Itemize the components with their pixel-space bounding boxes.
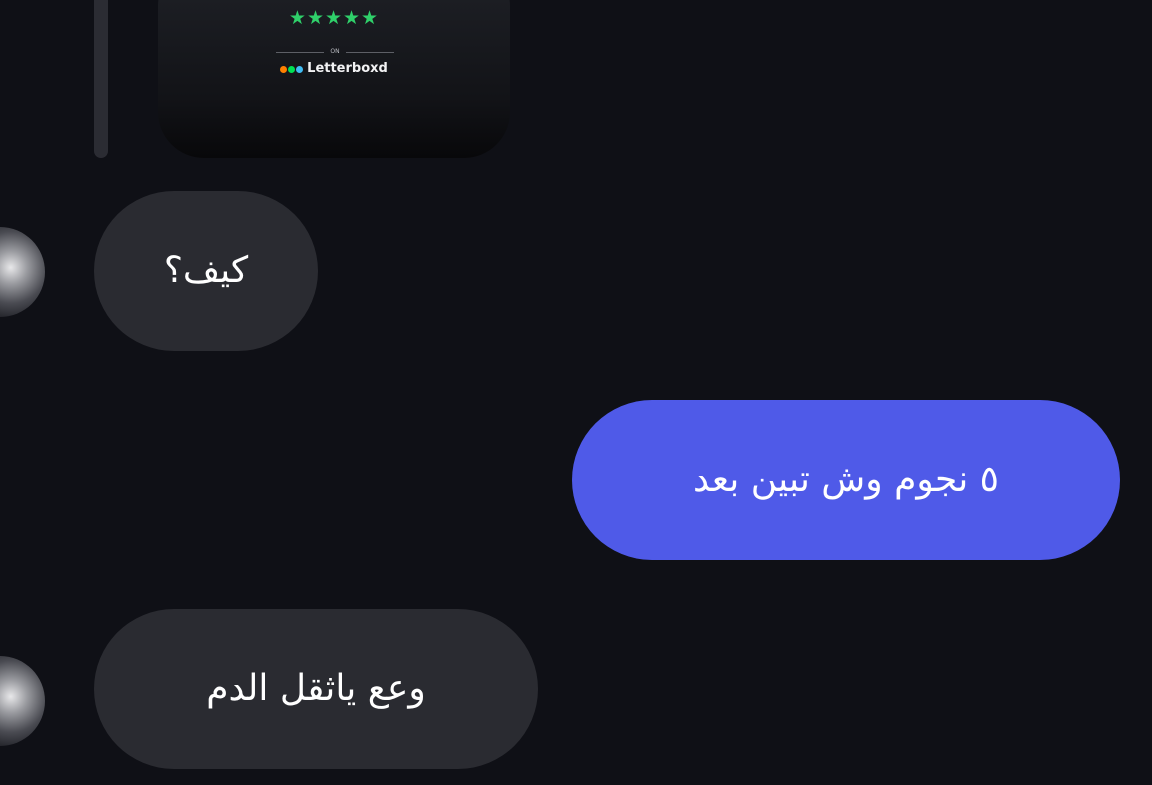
message-bubble-incoming[interactable]: وعع ياثقل الدم xyxy=(94,609,538,769)
brand-name: Letterboxd xyxy=(307,61,388,76)
logo-dot-blue xyxy=(296,65,304,73)
chat-thread: ★★★★★ ON Letterboxd كيف؟ ٥ نجوم وش تبين … xyxy=(0,0,1152,785)
message-text: كيف؟ xyxy=(163,250,249,291)
logo-dot-orange xyxy=(280,65,288,73)
reply-indicator-bar xyxy=(94,0,108,158)
letterboxd-logo-icon xyxy=(280,65,304,73)
rating-stars: ★★★★★ xyxy=(288,7,380,29)
brand-row: Letterboxd xyxy=(158,60,510,78)
avatar[interactable] xyxy=(0,656,45,746)
avatar[interactable] xyxy=(0,227,45,317)
on-label: ON xyxy=(330,48,340,55)
message-text: ٥ نجوم وش تبين بعد xyxy=(692,459,1000,500)
divider-line-right xyxy=(345,51,394,53)
message-text: وعع ياثقل الدم xyxy=(206,668,426,709)
on-divider: ON xyxy=(276,46,394,58)
message-bubble-outgoing[interactable]: ٥ نجوم وش تبين بعد xyxy=(572,400,1120,560)
message-bubble-incoming[interactable]: كيف؟ xyxy=(94,191,318,351)
divider-line-left xyxy=(276,51,325,53)
shared-letterboxd-card[interactable]: ★★★★★ ON Letterboxd xyxy=(158,0,510,158)
logo-dot-green xyxy=(288,65,296,73)
